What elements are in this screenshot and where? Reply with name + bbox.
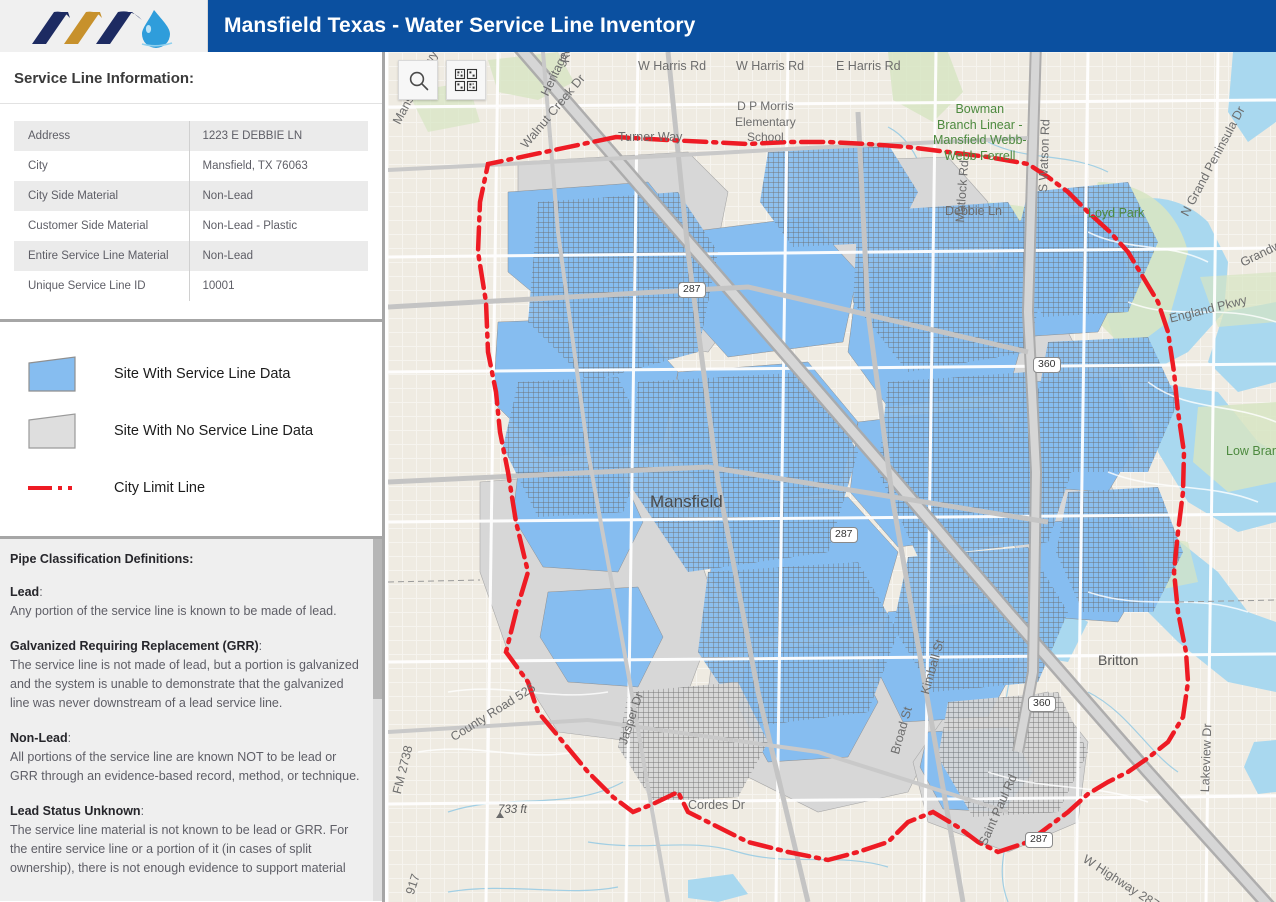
definition-lead: Lead: Any portion of the service line is… — [10, 583, 366, 621]
service-line-info-panel: Service Line Information: Address 1223 E… — [0, 52, 382, 301]
legend-item-city-limit: City Limit Line — [0, 466, 382, 510]
definitions-title: Pipe Classification Definitions: — [10, 552, 194, 566]
definition-grr: Galvanized Requiring Replacement (GRR): … — [10, 637, 366, 713]
polygon-swatch-icon — [28, 356, 76, 392]
definition-term: Lead — [10, 585, 40, 599]
table-row: Entire Service Line Material Non-Lead — [14, 241, 368, 271]
map-legend: Site With Service Line Data Site With No… — [0, 322, 382, 536]
search-button[interactable] — [398, 60, 438, 100]
legend-item-site-no-data: Site With No Service Line Data — [0, 409, 382, 453]
basemap-gallery-button[interactable] — [446, 60, 486, 100]
row-value: Mansfield, TX 76063 — [202, 160, 308, 172]
app-root: Mansfield Texas - Water Service Line Inv… — [0, 0, 1276, 902]
logo-container — [0, 0, 208, 52]
panel-title: Service Line Information: — [0, 52, 382, 104]
row-key: City Side Material — [14, 181, 190, 211]
row-key: City — [14, 151, 190, 181]
map-canvas[interactable]: W Harris RdW Harris RdE Harris RdMansfie… — [388, 52, 1276, 902]
definition-lead-status-unknown: Lead Status Unknown: The service line ma… — [10, 802, 366, 878]
definition-term: Non-Lead — [10, 731, 68, 745]
highway-shield: 360 — [1033, 357, 1061, 373]
table-row: Address 1223 E DEBBIE LN — [14, 121, 368, 151]
row-value: Non-Lead — [202, 250, 254, 262]
polygon-swatch-icon — [28, 413, 76, 449]
row-key: Customer Side Material — [14, 211, 190, 241]
search-icon — [409, 71, 428, 90]
page-title: Mansfield Texas - Water Service Line Inv… — [224, 14, 696, 37]
legend-item-label: Site With No Service Line Data — [114, 423, 314, 439]
table-row: Unique Service Line ID 10001 — [14, 271, 368, 301]
app-header: Mansfield Texas - Water Service Line Inv… — [0, 0, 1276, 52]
definition-non-lead: Non-Lead: All portions of the service li… — [10, 729, 366, 786]
highway-shield: 287 — [678, 282, 706, 298]
table-row: City Mansfield, TX 76063 — [14, 151, 368, 181]
highway-shield: 287 — [1025, 832, 1053, 848]
table-row: Customer Side Material Non-Lead - Plasti… — [14, 211, 368, 241]
row-value: 1223 E DEBBIE LN — [202, 130, 303, 142]
definition-text: The service line is not made of lead, bu… — [10, 658, 359, 710]
row-key: Unique Service Line ID — [14, 271, 190, 301]
row-value: Non-Lead — [202, 190, 254, 202]
dash-dot-line-swatch-icon — [28, 482, 78, 494]
row-key: Address — [14, 121, 190, 151]
scrollbar-thumb[interactable] — [373, 539, 382, 699]
row-key: Entire Service Line Material — [14, 241, 190, 271]
highway-shield: 287 — [830, 527, 858, 543]
pipe-classification-definitions: Pipe Classification Definitions: Lead: A… — [0, 539, 382, 901]
definition-text: All portions of the service line are kno… — [10, 750, 360, 783]
service-line-info-table: Address 1223 E DEBBIE LN City Mansfield,… — [14, 121, 368, 301]
basemap-gallery-icon — [454, 68, 478, 92]
definition-text: The service line material is not known t… — [10, 823, 349, 875]
row-value: 10001 — [202, 280, 235, 292]
definitions-scrollbar[interactable] — [373, 539, 382, 901]
map-graphics — [388, 52, 1276, 902]
map-tool-buttons — [398, 60, 486, 100]
definition-term: Lead Status Unknown — [10, 804, 141, 818]
highway-shield: 360 — [1028, 696, 1056, 712]
definition-text: Any portion of the service line is known… — [10, 604, 337, 618]
definition-term: Galvanized Requiring Replacement (GRR) — [10, 639, 259, 653]
sidebar: Service Line Information: Address 1223 E… — [0, 52, 385, 902]
title-bar: Mansfield Texas - Water Service Line Inv… — [208, 0, 1276, 52]
legend-item-label: Site With Service Line Data — [114, 366, 291, 382]
table-row: City Side Material Non-Lead — [14, 181, 368, 211]
legend-item-site-with-data: Site With Service Line Data — [0, 352, 382, 396]
legend-item-label: City Limit Line — [114, 480, 206, 496]
row-value: Non-Lead - Plastic — [202, 220, 298, 232]
mansfield-water-logo-icon — [31, 10, 172, 48]
